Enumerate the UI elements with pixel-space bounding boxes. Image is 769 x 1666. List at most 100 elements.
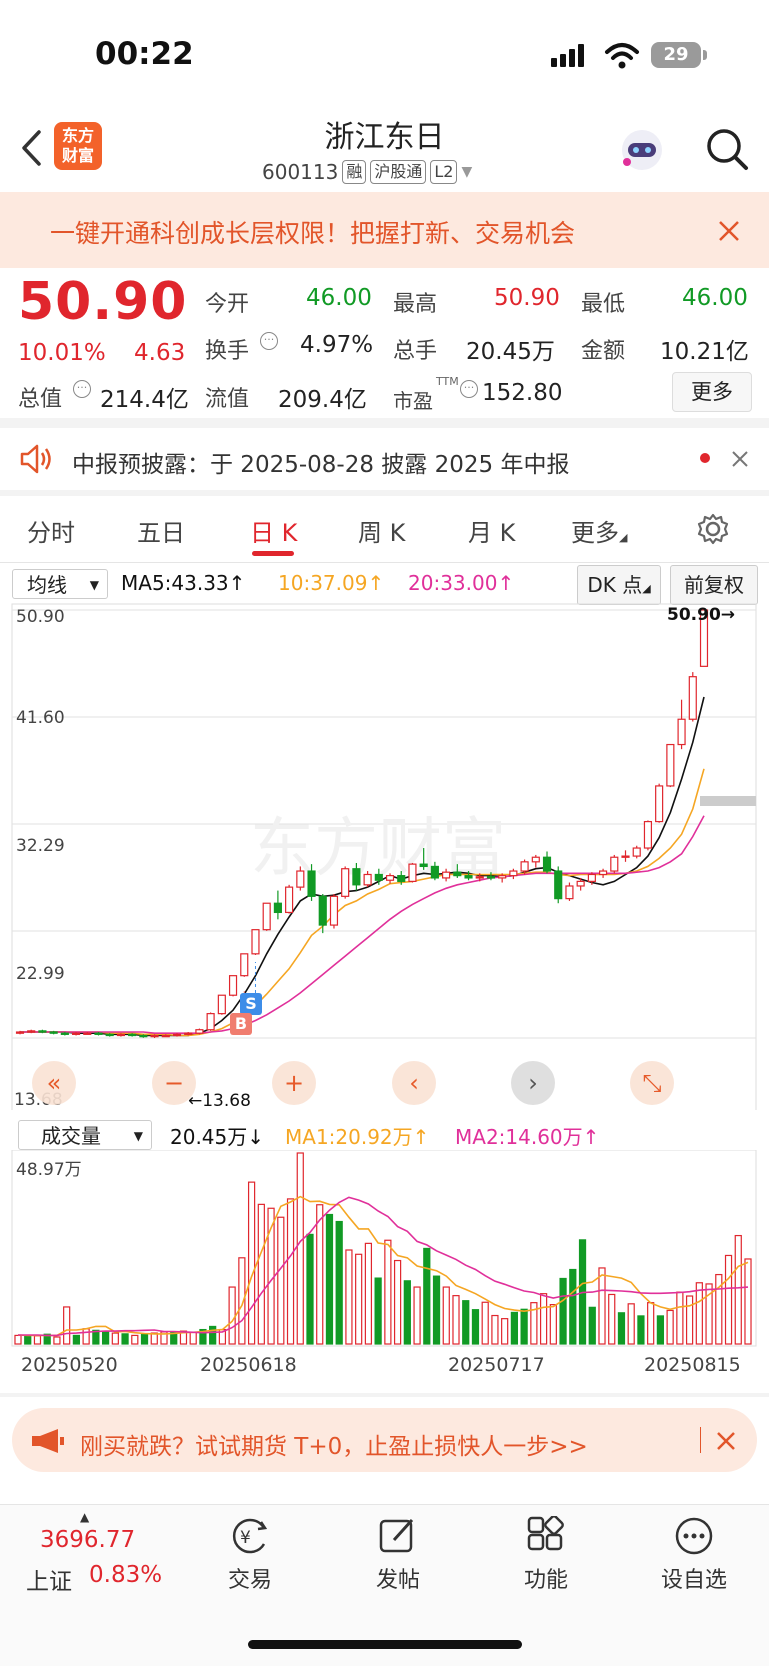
- candle: [71, 1032, 81, 1035]
- candle: [150, 1034, 159, 1038]
- change-amount: 4.63: [134, 340, 186, 366]
- candle: [228, 975, 238, 996]
- y-tick: 22.99: [16, 964, 65, 984]
- volume-current: 20.45万↓: [170, 1125, 265, 1149]
- candle: [329, 895, 339, 926]
- candle: [262, 902, 271, 931]
- scroll-right-icon[interactable]: ›: [511, 1061, 555, 1105]
- watchlist-icon[interactable]: [674, 1516, 714, 1556]
- index-change[interactable]: 0.83%: [89, 1562, 162, 1588]
- ad-banner-text[interactable]: 刚买就跌？试试期货 T+0，止盈止损快人一步>>: [80, 1427, 588, 1461]
- tab-more[interactable]: 更多◢: [571, 513, 627, 548]
- volume-indicator-select[interactable]: 成交量 ▼: [18, 1120, 152, 1150]
- tab-monthly-k[interactable]: 月 K: [468, 513, 515, 548]
- tab-five-day[interactable]: 五日: [137, 513, 185, 548]
- volume-bar: [520, 1308, 528, 1345]
- candle: [610, 856, 619, 872]
- candle: [285, 886, 294, 914]
- volume-bar: [656, 1315, 665, 1345]
- nav-trade[interactable]: 交易: [190, 1562, 310, 1594]
- low-value: 46.00: [682, 285, 748, 311]
- trade-icon[interactable]: ¥: [228, 1516, 272, 1556]
- volume-bar: [384, 1239, 392, 1345]
- robot-avatar-icon[interactable]: [618, 126, 666, 174]
- expand-icon[interactable]: ⤡: [630, 1061, 674, 1105]
- kline-chart[interactable]: 东方财富: [0, 600, 769, 1110]
- volume-bar: [695, 1282, 703, 1345]
- index-value[interactable]: 3696.77: [40, 1527, 135, 1553]
- l2-tag: L2: [430, 160, 458, 184]
- x-tick: 20250520: [21, 1354, 118, 1376]
- more-button[interactable]: 更多: [672, 372, 752, 412]
- expand-up-icon[interactable]: ▲: [80, 1510, 89, 1524]
- zoom-out-icon[interactable]: −: [152, 1061, 196, 1105]
- candle: [531, 856, 540, 863]
- indicator-select[interactable]: 均线 ▼: [12, 569, 108, 599]
- notice-text[interactable]: 中报预披露：于 2025-08-28 披露 2025 年中报: [72, 445, 569, 479]
- nav-watchlist[interactable]: 设自选: [634, 1562, 754, 1594]
- candle: [486, 876, 496, 879]
- candle: [419, 863, 428, 868]
- buy-marker[interactable]: B: [230, 1013, 252, 1035]
- sell-marker[interactable]: S: [240, 993, 262, 1015]
- min-price-marker: ←13.68: [188, 1091, 251, 1111]
- volume-bar: [452, 1295, 460, 1345]
- tab-weekly-k[interactable]: 周 K: [358, 513, 405, 548]
- scroll-start-icon[interactable]: «: [32, 1061, 76, 1105]
- promo-banner-text[interactable]: 一键开通科创成长层权限！把握打新、交易机会: [50, 214, 575, 250]
- section-divider: [0, 418, 769, 428]
- nav-function[interactable]: 功能: [486, 1562, 606, 1594]
- amount-label: 金额: [581, 339, 626, 364]
- candle: [172, 1033, 182, 1037]
- ma10-legend: 10:37.09↑: [278, 571, 385, 595]
- close-icon[interactable]: [731, 450, 749, 468]
- scroll-left-icon[interactable]: ‹: [392, 1061, 436, 1105]
- zoom-in-icon[interactable]: +: [272, 1061, 316, 1105]
- close-icon[interactable]: [717, 219, 741, 243]
- volume-bar: [150, 1332, 158, 1345]
- info-icon[interactable]: ···: [73, 380, 91, 398]
- search-icon[interactable]: [704, 126, 750, 172]
- candle: [554, 870, 563, 900]
- volume-bar: [345, 1249, 353, 1345]
- function-icon[interactable]: [526, 1516, 566, 1556]
- x-tick: 20250717: [448, 1354, 545, 1376]
- candle: [464, 875, 473, 879]
- pe-value: 152.80: [482, 380, 563, 406]
- high-value: 50.90: [494, 285, 560, 311]
- candle: [184, 1032, 193, 1035]
- dk-point-button[interactable]: DK 点◢: [577, 565, 661, 605]
- tab-intraday[interactable]: 分时: [27, 513, 75, 548]
- volume-bar: [355, 1253, 363, 1345]
- pe-label: 市盈: [393, 389, 433, 413]
- ma1-line: [17, 1195, 749, 1337]
- ma5-legend: MA5:43.33↑: [121, 571, 246, 595]
- candle: [195, 1029, 204, 1034]
- adjust-button[interactable]: 前复权: [670, 565, 758, 605]
- tab-daily-k[interactable]: 日 K: [250, 513, 297, 548]
- candle: [341, 868, 350, 897]
- mcap-value: 214.4亿: [100, 387, 189, 413]
- info-icon[interactable]: ···: [460, 380, 478, 398]
- index-name[interactable]: 上证: [26, 1562, 72, 1596]
- volume-bar: [121, 1333, 129, 1345]
- nav-post[interactable]: 发帖: [338, 1562, 458, 1594]
- info-icon[interactable]: ···: [260, 332, 278, 350]
- close-icon[interactable]: [716, 1431, 736, 1451]
- open-value: 46.00: [306, 285, 372, 311]
- volume-chart[interactable]: [0, 1150, 769, 1370]
- volume-bar: [277, 1216, 285, 1345]
- volume-bar: [617, 1312, 626, 1345]
- candle: [565, 885, 574, 900]
- volume-bar: [72, 1334, 81, 1345]
- volume-bar: [637, 1315, 645, 1345]
- gear-icon[interactable]: [696, 512, 730, 546]
- candle: [307, 870, 316, 897]
- chevron-down-icon[interactable]: ▼: [461, 164, 472, 180]
- volume-bar: [685, 1295, 694, 1345]
- candle: [385, 875, 395, 881]
- divider: [0, 562, 769, 563]
- turnover-label: 换手: [205, 339, 250, 364]
- post-icon[interactable]: [378, 1516, 418, 1556]
- candle: [94, 1032, 103, 1035]
